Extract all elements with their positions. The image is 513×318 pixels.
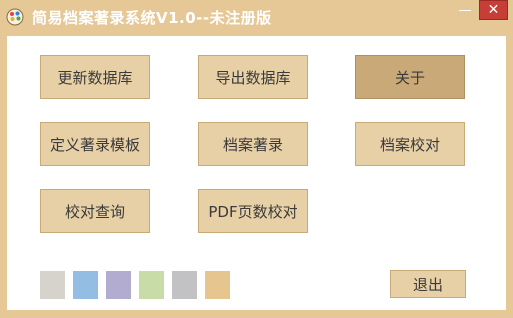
proofread-query-button[interactable]: 校对查询 [40, 189, 150, 233]
archive-proofread-button[interactable]: 档案校对 [355, 122, 465, 166]
update-database-button[interactable]: 更新数据库 [40, 55, 150, 99]
title-bar[interactable]: 简易档案著录系统V1.0--未注册版 — ✕ [0, 0, 513, 36]
minimize-button[interactable]: — [452, 0, 478, 20]
minimize-icon: — [458, 2, 472, 18]
define-template-button[interactable]: 定义著录模板 [40, 122, 150, 166]
window-title: 简易档案著录系统V1.0--未注册版 [32, 9, 272, 27]
export-database-button[interactable]: 导出数据库 [198, 55, 308, 99]
theme-swatch-gray[interactable] [40, 271, 65, 299]
theme-swatch-purple[interactable] [106, 271, 131, 299]
pdf-page-check-button[interactable]: PDF页数校对 [198, 189, 308, 233]
app-icon [6, 8, 24, 26]
theme-swatch-tan[interactable] [205, 271, 230, 299]
close-button[interactable]: ✕ [479, 0, 508, 20]
about-button[interactable]: 关于 [355, 55, 465, 99]
archive-catalog-button[interactable]: 档案著录 [198, 122, 308, 166]
exit-button[interactable]: 退出 [390, 270, 466, 298]
theme-swatch-green[interactable] [139, 271, 164, 299]
theme-swatch-silver[interactable] [172, 271, 197, 299]
main-panel: 更新数据库 导出数据库 关于 定义著录模板 档案著录 档案校对 校对查询 PDF… [7, 36, 506, 310]
close-icon: ✕ [487, 2, 500, 18]
app-window: 简易档案著录系统V1.0--未注册版 — ✕ 更新数据库 导出数据库 关于 定义… [0, 0, 513, 318]
theme-swatch-blue[interactable] [73, 271, 98, 299]
